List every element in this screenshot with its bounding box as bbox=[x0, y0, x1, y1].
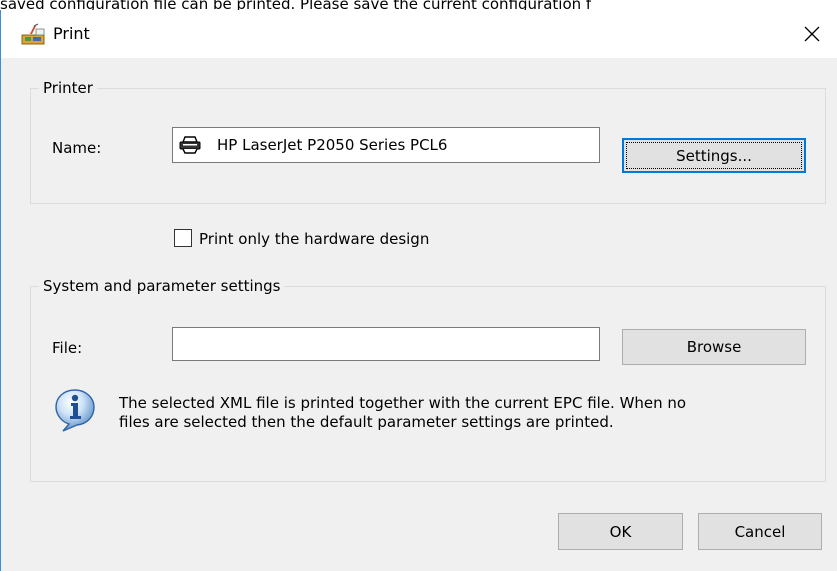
printer-name-label: Name: bbox=[52, 139, 102, 157]
hardware-design-checkbox[interactable] bbox=[174, 229, 192, 247]
info-text-line-2: files are selected then the default para… bbox=[119, 413, 614, 431]
system-settings-group: System and parameter settings bbox=[30, 276, 826, 482]
browse-button-label: Browse bbox=[686, 338, 742, 356]
printer-group-label: Printer bbox=[39, 78, 97, 98]
ok-button[interactable]: OK bbox=[558, 513, 683, 550]
window-title: Print bbox=[53, 24, 90, 43]
print-app-icon bbox=[21, 23, 47, 45]
file-input[interactable] bbox=[172, 327, 600, 361]
info-icon bbox=[54, 388, 98, 432]
printer-name-value: HP LaserJet P2050 Series PCL6 bbox=[217, 136, 448, 154]
info-text-line-1: The selected XML file is printed togethe… bbox=[119, 394, 687, 412]
title-bar[interactable]: Print bbox=[1, 10, 837, 58]
printer-name-field[interactable]: HP LaserJet P2050 Series PCL6 bbox=[172, 127, 600, 163]
close-icon bbox=[804, 26, 820, 42]
printer-icon bbox=[179, 136, 201, 154]
print-dialog: Print Printer Name: HP LaserJet P2050 Se… bbox=[0, 10, 837, 571]
cancel-button[interactable]: Cancel bbox=[698, 513, 822, 550]
cancel-button-label: Cancel bbox=[734, 522, 786, 541]
system-settings-group-label: System and parameter settings bbox=[39, 276, 285, 296]
hardware-design-label[interactable]: Print only the hardware design bbox=[199, 229, 429, 249]
settings-button[interactable]: Settings... bbox=[622, 138, 806, 173]
browse-button[interactable]: Browse bbox=[622, 329, 806, 365]
close-button[interactable] bbox=[789, 16, 835, 52]
file-label: File: bbox=[52, 339, 83, 357]
ok-button-label: OK bbox=[609, 522, 632, 541]
settings-button-focus bbox=[626, 142, 802, 169]
